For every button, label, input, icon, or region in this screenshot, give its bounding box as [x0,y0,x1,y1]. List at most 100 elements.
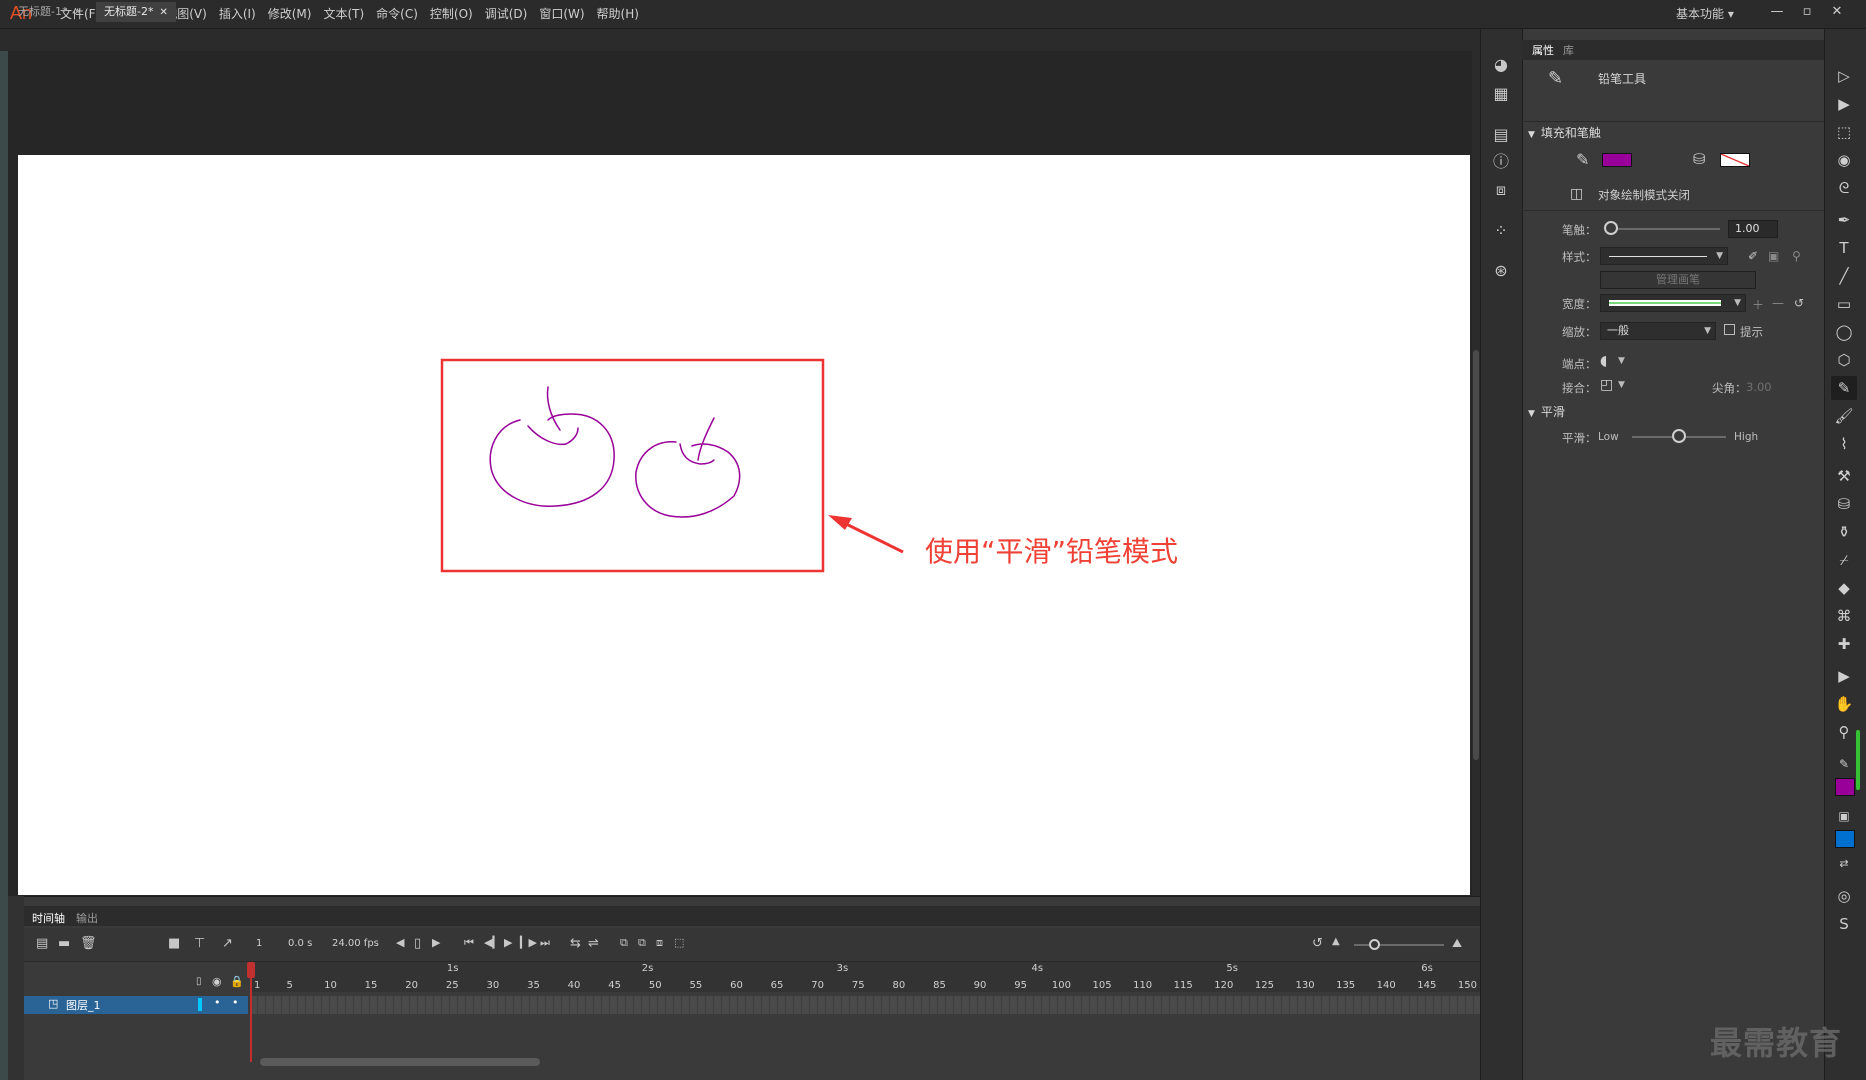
cc-libraries-icon[interactable]: ⊛ [1490,260,1512,282]
last-frame-icon[interactable]: ⏭ [540,936,550,950]
stroke-color-tool-icon[interactable]: ✎ [1831,752,1857,776]
onion-outline-icon[interactable]: ⧉ [638,936,646,950]
stroke-color-swatch[interactable] [1602,153,1632,167]
edit-multiple-frames-icon[interactable]: ⧈ [656,936,663,950]
reset-icon[interactable]: ↺ [1794,296,1804,310]
transform-icon[interactable]: ⧈ [1490,179,1512,201]
next-keyframe-icon[interactable]: ▶ [432,936,440,949]
stroke-value-field[interactable]: 1.00 [1728,220,1778,238]
brush-library-icon[interactable]: ▣ [1768,249,1779,263]
align-icon[interactable]: ▤ [1490,124,1512,146]
expand-frames-icon[interactable]: ⛰ [1452,936,1462,951]
frames-area[interactable] [250,996,1480,1014]
camera-icon[interactable]: ■ [168,936,180,951]
snap-to-objects-icon[interactable]: ◎ [1831,884,1857,908]
smooth-slider-knob[interactable] [1672,429,1686,443]
add-icon[interactable]: ＋ [1752,296,1764,313]
show-all-layers-icon[interactable]: ▯ [196,976,202,987]
delete-layer-icon[interactable]: 🗑 [80,936,97,951]
eyedropper-tool-icon[interactable]: ⌿ [1831,548,1857,572]
step-back-icon[interactable]: ◀▎ [484,936,501,949]
pencil-tool-icon[interactable]: ✎ [1831,376,1857,400]
width-tool-icon[interactable]: ⌘ [1831,604,1857,628]
fill-color-swatch[interactable] [1720,153,1750,167]
chevron-down-icon[interactable]: ▼ [1618,380,1625,390]
width-profile-dropdown[interactable]: ▼ [1600,294,1746,312]
stroke-slider-knob[interactable] [1604,221,1618,235]
cap-round-icon[interactable]: ◖ [1600,353,1607,369]
close-button[interactable]: ✕ [1822,0,1852,29]
tab-properties[interactable]: 属性 [1532,42,1554,58]
scale-dropdown[interactable]: 一般 ▼ [1600,322,1716,340]
workspace-switcher[interactable]: 基本功能 ▾ [1676,0,1734,29]
object-drawing-icon[interactable]: ◫ [1570,186,1583,202]
3d-rotation-tool-icon[interactable]: ◉ [1831,148,1857,172]
minimize-button[interactable]: — [1762,0,1792,29]
first-frame-icon[interactable]: ⏮ [464,936,474,950]
rectangle-tool-icon[interactable]: ▭ [1831,292,1857,316]
playhead-handle[interactable] [247,962,255,978]
new-folder-icon[interactable]: ▬ [58,936,70,951]
lasso-tool-icon[interactable]: ᘓ [1831,176,1857,200]
oval-tool-icon[interactable]: ◯ [1831,320,1857,344]
stroke-color-chip[interactable] [1835,778,1855,796]
tab-output[interactable]: 输出 [76,910,98,926]
tab-library[interactable]: 库 [1563,42,1574,58]
play-icon[interactable]: ▶ [504,936,512,949]
eye-icon[interactable]: ◉ [212,975,222,988]
shrink-frames-icon[interactable]: ▲ [1332,936,1340,947]
manage-brush-button[interactable]: 管理画笔 [1600,271,1756,289]
swap-colors-icon[interactable]: ⇄ [1831,852,1857,876]
fill-color-tool-icon[interactable]: ▣ [1831,804,1857,828]
text-tool-icon[interactable]: T [1831,236,1857,260]
layer-name[interactable]: 图层_1 [66,997,101,1013]
step-forward-icon[interactable]: ▎▶ [520,936,537,949]
pen-tool-icon[interactable]: ✒ [1831,208,1857,232]
undo-icon[interactable]: ↺ [1312,936,1323,951]
onion-skin-icon[interactable]: ⧉ [620,936,628,950]
join-round-icon[interactable]: ◰ [1600,377,1613,393]
style-dropdown[interactable]: ▼ [1600,247,1728,265]
timeline-scroll-thumb[interactable] [260,1058,540,1066]
fill-color-chip[interactable] [1835,830,1855,848]
zoom-tool-icon[interactable]: ⚲ [1831,720,1857,744]
smooth-mode-icon[interactable]: S [1831,912,1857,936]
insert-keyframe-icon[interactable]: ▯ [414,936,421,951]
paint-brush-tool-icon[interactable]: 🖌 [1831,404,1857,428]
bone-tool-icon[interactable]: ⚒ [1831,464,1857,488]
pin-tool-icon[interactable]: ✚ [1831,632,1857,656]
polystar-tool-icon[interactable]: ⬡ [1831,348,1857,372]
graph-icon[interactable]: ↗ [222,936,233,951]
layer-parenting-icon[interactable]: ⊤ [194,936,205,951]
paint-bucket-tool-icon[interactable]: ⛁ [1831,492,1857,516]
subselection-tool-icon[interactable]: ▶ [1831,92,1857,116]
loop-icon[interactable]: ⇆ [570,936,581,951]
chevron-down-icon[interactable]: ▼ [1618,356,1625,366]
prev-keyframe-icon[interactable]: ◀ [396,936,404,949]
current-frame[interactable]: 1 [256,938,262,949]
free-transform-tool-icon[interactable]: ⬚ [1831,120,1857,144]
brush-tool-icon[interactable]: ⌇ [1831,432,1857,456]
restore-button[interactable]: ▫ [1792,0,1822,29]
section-fill-stroke[interactable]: ▼ 填充和笔触 [1528,124,1601,141]
layer-lock-dot[interactable]: • [232,996,239,1009]
current-time[interactable]: 0.0 s [288,938,312,949]
frame-size-knob[interactable] [1369,939,1380,950]
modify-markers-icon[interactable]: ⬚ [674,936,684,949]
swatches-icon[interactable]: ▦ [1490,83,1512,105]
line-tool-icon[interactable]: ╱ [1831,264,1857,288]
remove-icon[interactable]: — [1772,296,1784,310]
hand-tool-icon[interactable]: ✋ [1831,692,1857,716]
frame-rate[interactable]: 24.00 fps [332,938,379,949]
center-frame-icon[interactable]: ⇌ [588,936,599,951]
motion-presets-icon[interactable]: ⁘ [1490,220,1512,242]
layer-visible-dot[interactable]: • [214,996,221,1009]
info-icon[interactable]: ⓘ [1490,151,1512,173]
section-smooth[interactable]: ▼ 平滑 [1528,403,1565,420]
camera-tool-icon[interactable]: ▶ [1831,664,1857,688]
selection-tool-icon[interactable]: ▷ [1831,64,1857,88]
eraser-tool-icon[interactable]: ◆ [1831,576,1857,600]
edit-stroke-icon[interactable]: ✐ [1748,249,1758,263]
new-layer-icon[interactable]: ▤ [36,936,48,951]
color-palette-icon[interactable]: ◕ [1490,54,1512,76]
